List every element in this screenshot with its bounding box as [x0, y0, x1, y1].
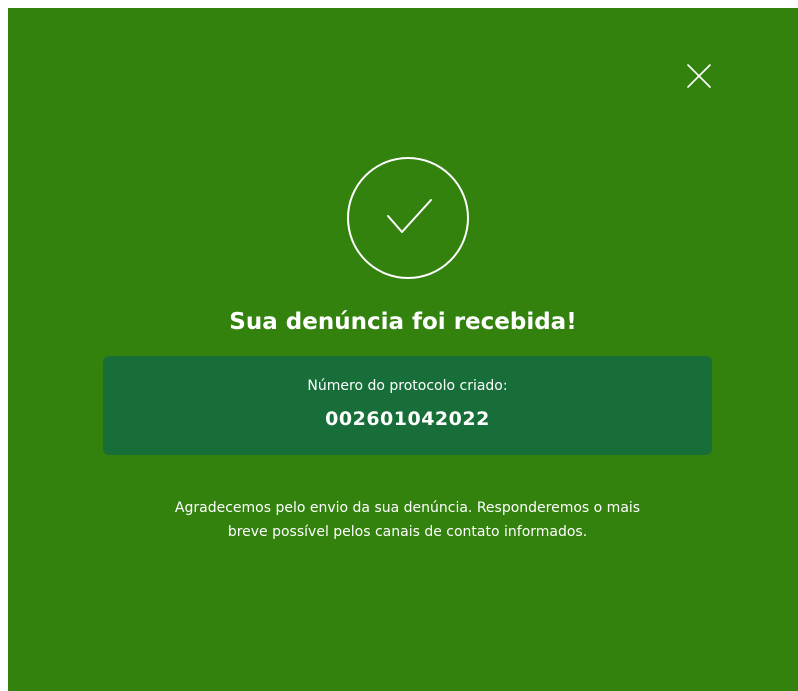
- success-check-icon: [346, 156, 470, 280]
- success-modal: Sua denúncia foi recebida! Número do pro…: [8, 8, 798, 691]
- modal-title: Sua denúncia foi recebida!: [229, 309, 577, 335]
- close-button[interactable]: [683, 60, 715, 92]
- protocol-label: Número do protocolo criado:: [307, 378, 508, 394]
- check-circle-icon: [347, 157, 469, 279]
- message-line-1: Agradecemos pelo envio da sua denúncia. …: [174, 500, 641, 516]
- confirmation-message: Agradecemos pelo envio da sua denúncia. …: [103, 496, 712, 544]
- protocol-box: Número do protocolo criado: 002601042022: [103, 356, 712, 455]
- close-icon: [687, 64, 711, 88]
- message-line-2: breve possível pelos canais de contato i…: [227, 524, 588, 540]
- protocol-number: 002601042022: [325, 408, 490, 430]
